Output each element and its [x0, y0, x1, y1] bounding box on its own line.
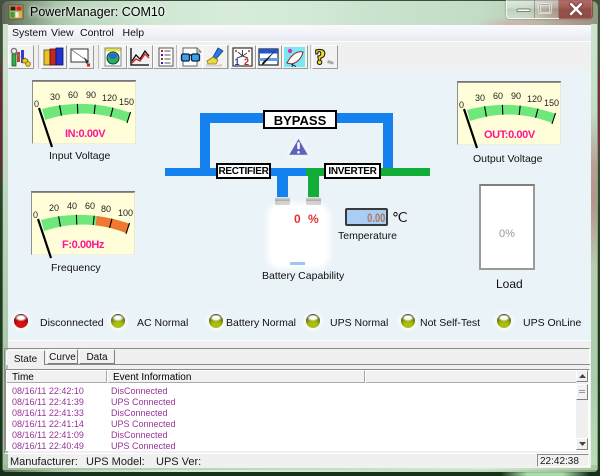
svg-text:1: 1 — [235, 57, 240, 67]
svg-text:2: 2 — [244, 57, 249, 67]
svg-text:IN:0.00V: IN:0.00V — [65, 128, 106, 140]
svg-text:0: 0 — [459, 100, 464, 110]
svg-text:60: 60 — [85, 201, 95, 211]
svg-text:150: 150 — [544, 98, 559, 108]
svg-text:100: 100 — [118, 208, 133, 218]
svg-text:30: 30 — [50, 92, 60, 102]
svg-text:0: 0 — [34, 99, 39, 109]
svg-text:120: 120 — [102, 93, 117, 103]
svg-text:40: 40 — [67, 201, 77, 211]
svg-text:20: 20 — [49, 203, 59, 213]
svg-text:60: 60 — [493, 91, 503, 101]
svg-text:90: 90 — [86, 90, 96, 100]
svg-text:30: 30 — [475, 93, 485, 103]
svg-text:90: 90 — [511, 91, 521, 101]
svg-text:OUT:0.00V: OUT:0.00V — [484, 129, 536, 141]
svg-text:?: ? — [315, 46, 326, 68]
svg-text:F:0.00Hz: F:0.00Hz — [62, 239, 105, 251]
svg-text:60: 60 — [68, 90, 78, 100]
svg-text:0: 0 — [33, 210, 38, 220]
svg-text:80: 80 — [101, 204, 111, 214]
svg-text:150: 150 — [119, 97, 134, 107]
svg-text:120: 120 — [527, 94, 542, 104]
